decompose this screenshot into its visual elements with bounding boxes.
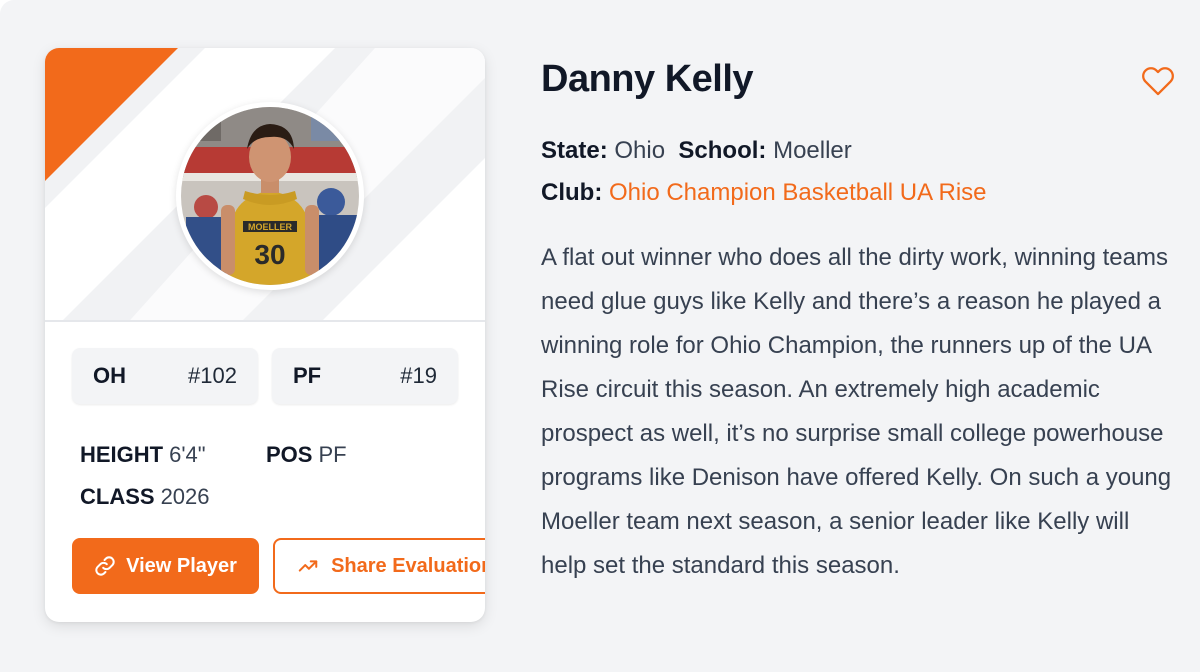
- view-player-label: View Player: [126, 554, 237, 577]
- school-value: Moeller: [773, 137, 852, 164]
- pos-value: PF: [318, 442, 347, 467]
- state-rank-label: OH: [93, 363, 126, 388]
- rank-badges: OH #102 PF #19: [72, 348, 458, 404]
- heart-icon: [1142, 67, 1174, 96]
- player-meta: State: Ohio School: Moeller Club: Ohio C…: [541, 130, 1181, 214]
- view-player-button[interactable]: View Player: [72, 538, 260, 594]
- class-value: 2026: [160, 484, 210, 509]
- card-actions: View Player Share Evaluation: [72, 538, 485, 594]
- player-avatar: MOELLER 30: [176, 102, 364, 290]
- pos-label: POS: [266, 442, 313, 467]
- jersey-team-text: MOELLER: [248, 222, 292, 232]
- jersey-number-text: 30: [254, 239, 285, 270]
- height-value: 6'4": [169, 442, 206, 467]
- position-rank-badge: PF #19: [272, 348, 458, 404]
- club-label: Club:: [541, 179, 603, 206]
- page-background: MOELLER 30 OH #102 PF #19 HEIGHT 6'4" POS…: [0, 0, 1200, 672]
- height-label: HEIGHT: [80, 442, 164, 467]
- player-name: Danny Kelly: [541, 58, 754, 100]
- share-evaluation-button[interactable]: Share Evaluation: [273, 538, 485, 594]
- state-label: State:: [541, 137, 608, 164]
- player-stats: HEIGHT 6'4" POS PF CLASS 2026: [80, 434, 347, 518]
- school-label: School:: [678, 137, 767, 164]
- state-rank-value: #102: [188, 363, 237, 388]
- link-icon: [95, 556, 115, 576]
- class-label: CLASS: [80, 484, 155, 509]
- club-link[interactable]: Ohio Champion Basketball UA Rise: [609, 179, 987, 206]
- position-rank-label: PF: [293, 363, 322, 388]
- trending-up-icon: [298, 560, 318, 572]
- player-evaluation: A flat out winner who does all the dirty…: [541, 244, 1172, 579]
- position-rank-value: #19: [400, 363, 437, 388]
- state-value: Ohio: [614, 137, 666, 164]
- favorite-button[interactable]: [1140, 64, 1176, 103]
- share-evaluation-label: Share Evaluation: [331, 554, 485, 577]
- state-rank-badge: OH #102: [72, 348, 258, 404]
- player-details: Danny Kelly State: Ohio School: Moeller …: [541, 50, 1181, 612]
- card-hero: MOELLER 30: [45, 48, 485, 322]
- player-card: MOELLER 30 OH #102 PF #19 HEIGHT 6'4" POS…: [45, 48, 485, 622]
